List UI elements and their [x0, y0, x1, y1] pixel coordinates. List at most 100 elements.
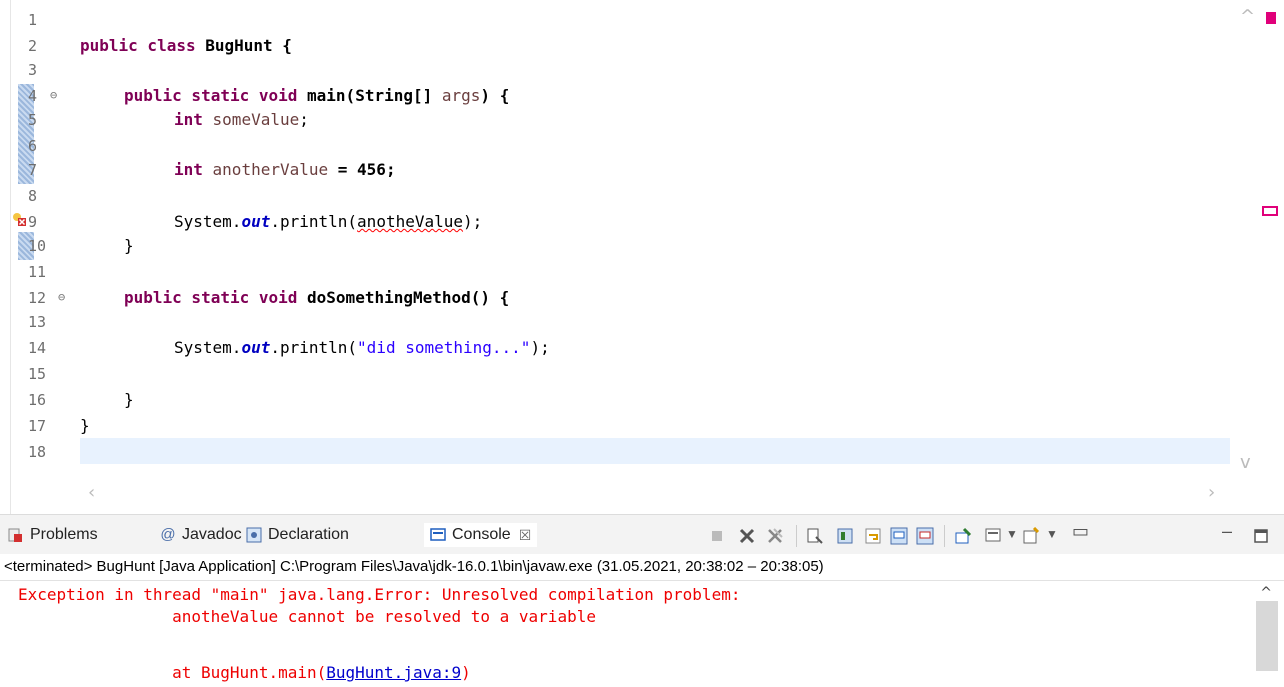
minimize-icon[interactable]: ▭ [1072, 521, 1089, 542]
error-lightbulb-icon[interactable] [12, 212, 26, 226]
process-label: <terminated> BugHunt [Java Application] … [4, 558, 824, 575]
stacktrace-text: at BugHunt.main( [106, 663, 327, 682]
code-line[interactable]: public class BugHunt { [80, 36, 292, 56]
scroll-left-icon[interactable]: ‹ [88, 482, 95, 503]
code-text: System. [174, 338, 242, 357]
editor-left-border [0, 0, 11, 514]
stacktrace-text: ) [461, 663, 471, 682]
remove-launch-icon[interactable] [738, 527, 756, 545]
line-number: 13 [28, 313, 47, 331]
show-console-on-error-icon[interactable] [916, 527, 934, 545]
line-number: 2 [28, 37, 38, 55]
code-line[interactable]: public static void doSomethingMethod() { [124, 288, 509, 308]
line-number: 8 [28, 187, 38, 205]
line-number: 15 [28, 365, 47, 383]
line-number: 11 [28, 263, 47, 281]
minimize-view-icon[interactable]: – [1222, 521, 1232, 542]
keyword: public class [80, 36, 196, 55]
view-tab-bar: Problems @ Javadoc Declaration Console ☒… [0, 514, 1284, 555]
console-error-line: anotheValue cannot be resolved to a vari… [18, 605, 596, 629]
current-line-highlight [80, 438, 1230, 464]
tab-label: Console [452, 526, 511, 543]
code-line[interactable]: public static void main(String[] args) { [124, 86, 509, 106]
code-line[interactable]: int someValue; [174, 110, 309, 130]
error-identifier[interactable]: anotheValue [357, 212, 463, 231]
keyword: int [174, 110, 203, 129]
scroll-lock-icon[interactable] [836, 527, 854, 545]
source-link[interactable]: BugHunt.java:9 [326, 663, 461, 682]
line-number: 14 [28, 339, 47, 357]
code-line-error[interactable]: System.out.println(anotheValue); [174, 212, 482, 232]
chevron-down-icon[interactable]: ▼ [1006, 527, 1018, 541]
fold-collapse-icon[interactable]: ⊖ [50, 88, 57, 102]
show-console-on-output-icon[interactable] [890, 527, 908, 545]
keyword: int [174, 160, 203, 179]
parameter: args [441, 86, 481, 105]
code-line[interactable]: } [124, 390, 134, 410]
vertical-scrollbar[interactable]: ^ v [1240, 0, 1284, 480]
line-number: 16 [28, 391, 47, 409]
code-line[interactable]: System.out.println("did something..."); [174, 338, 550, 358]
console-stacktrace-line: at BugHunt.main(BugHunt.java:9) [18, 661, 471, 685]
line-number: 18 [28, 443, 47, 461]
tab-label: Problems [30, 526, 98, 543]
console-error-line: Exception in thread "main" java.lang.Err… [18, 585, 751, 604]
code-text: = 456; [328, 160, 396, 179]
display-console-icon[interactable] [984, 527, 1002, 545]
code-line[interactable]: int anotherValue = 456; [174, 160, 396, 180]
code-line[interactable]: } [80, 416, 90, 436]
console-icon [430, 528, 446, 541]
scroll-right-icon[interactable]: › [1208, 482, 1215, 503]
overview-error-summary[interactable] [1266, 12, 1276, 24]
tab-declaration[interactable]: Declaration [246, 523, 349, 547]
code-text: ); [530, 338, 550, 357]
code-text: ) { [480, 86, 510, 105]
code-text: .println( [270, 212, 358, 231]
console-output[interactable]: Exception in thread "main" java.lang.Err… [0, 581, 1284, 687]
line-number: 7 [28, 161, 38, 179]
code-line[interactable]: } [124, 236, 134, 256]
keyword: public static void [124, 288, 298, 307]
keyword: public static void [124, 86, 298, 105]
console-process-description: <terminated> BugHunt [Java Application] … [0, 554, 1284, 581]
at-sign-icon: @ [160, 526, 176, 543]
line-number: 4 [28, 87, 38, 105]
code-text: ; [299, 110, 309, 129]
code-text: System. [174, 212, 242, 231]
open-console-icon[interactable] [1022, 527, 1040, 545]
problems-icon [8, 528, 22, 542]
chevron-down-icon[interactable]: ▼ [1046, 527, 1058, 541]
overview-error-marker[interactable] [1262, 206, 1278, 216]
line-number: 9 [28, 213, 38, 231]
line-number: 1 [28, 11, 38, 29]
scroll-up-icon[interactable]: ^ [1260, 585, 1272, 601]
tab-problems[interactable]: Problems [8, 523, 98, 547]
declaration-icon [246, 527, 262, 543]
code-editor[interactable]: 1 2 3 4 ⊖ 5 6 7 8 9 10 11 12 ⊖ 13 14 15 … [0, 0, 1284, 514]
static-field: out [241, 338, 271, 357]
method-signature: main(String[] [297, 86, 442, 105]
fold-collapse-icon[interactable]: ⊖ [58, 290, 65, 304]
tab-console[interactable]: Console ☒ [424, 523, 538, 547]
tab-label: Declaration [268, 526, 349, 543]
remove-all-terminated-icon[interactable] [766, 527, 784, 545]
toolbar-separator [944, 525, 945, 547]
toolbar-separator [796, 525, 797, 547]
variable: anotherValue [202, 160, 329, 179]
scroll-up-icon[interactable]: ^ [1240, 6, 1255, 27]
close-tab-icon[interactable]: ☒ [519, 527, 532, 544]
code-text: .println( [270, 338, 358, 357]
horizontal-scrollbar[interactable]: ‹ › [80, 480, 1230, 506]
pin-console-icon[interactable] [954, 527, 972, 545]
clear-console-icon[interactable] [806, 527, 824, 545]
variable: someValue [202, 110, 300, 129]
word-wrap-icon[interactable] [864, 527, 882, 545]
scroll-down-icon[interactable]: v [1240, 452, 1251, 473]
console-scrollbar-thumb[interactable] [1256, 601, 1278, 671]
class-name: BugHunt { [195, 36, 292, 55]
line-number: 5 [28, 111, 38, 129]
maximize-icon[interactable] [1252, 527, 1270, 545]
terminate-icon[interactable] [708, 527, 726, 545]
string-literal: "did something..." [357, 338, 531, 357]
tab-javadoc[interactable]: @ Javadoc [160, 523, 241, 547]
